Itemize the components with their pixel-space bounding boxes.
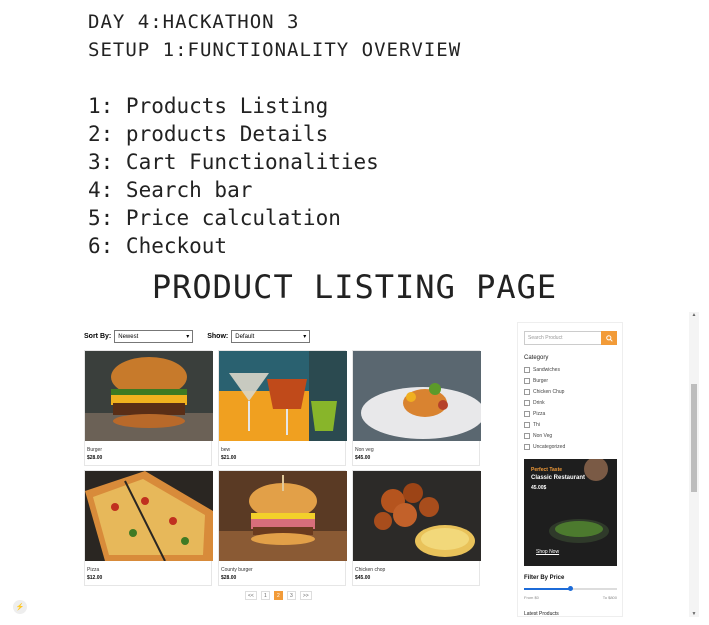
product-card[interactable]: Chicken chop $45.00 — [352, 470, 481, 586]
notes-item: 3: Cart Functionalities — [88, 150, 379, 174]
product-name: bew — [221, 447, 231, 453]
listing-controls: Sort By: Newest ▾ Show: Default ▾ — [84, 330, 311, 343]
banner-price: 45.00$ — [531, 485, 547, 491]
drink-image — [219, 351, 347, 441]
banner-tag: Perfect Taste — [531, 467, 563, 473]
latest-products-title: Latest Products — [524, 611, 559, 617]
checkbox[interactable] — [524, 444, 530, 450]
category-item[interactable]: Drink — [524, 400, 545, 406]
category-label: Uncategorized — [533, 444, 566, 450]
notes-item: 4: Search bar — [88, 178, 253, 202]
price-slider-fill — [524, 588, 571, 590]
scrollbar[interactable]: ▲ ▼ — [689, 312, 699, 617]
pizza-image — [85, 471, 213, 561]
nonveg-image — [353, 351, 481, 441]
range-to: To $800 — [602, 595, 617, 600]
notes-item: 5: Price calculation — [88, 206, 341, 230]
product-price: $12.00 — [87, 575, 103, 581]
category-label: Chicken Chup — [533, 389, 565, 395]
price-range: From $0 To $800 — [524, 595, 617, 600]
category-label: Burger — [533, 378, 549, 384]
category-item[interactable]: Chicken Chup — [524, 389, 564, 395]
checkbox[interactable] — [524, 422, 530, 428]
search-icon — [605, 334, 613, 342]
product-price: $45.00 — [355, 575, 371, 581]
bolt-icon[interactable]: ⚡ — [13, 600, 27, 614]
range-from: From $0 — [524, 595, 539, 600]
sort-value: Newest — [118, 333, 139, 340]
pagination-page-2[interactable]: 2 — [273, 591, 283, 600]
product-card[interactable]: bew $21.00 — [218, 350, 347, 466]
notes-title: DAY 4:HACKATHON 3 — [88, 11, 300, 33]
banner-title: Classic Restaurant — [531, 475, 586, 481]
category-item[interactable]: Pizza — [524, 411, 545, 417]
chevron-down-icon: ▾ — [186, 334, 190, 340]
burger-image — [85, 351, 213, 441]
category-label: Drink — [533, 400, 545, 406]
search-button[interactable] — [601, 331, 617, 345]
pagination-page-1[interactable]: 1 — [260, 591, 270, 600]
notes-list: 1: Products Listing 2: products Details … — [88, 92, 461, 260]
product-price: $21.00 — [221, 455, 237, 461]
product-price: $28.00 — [87, 455, 103, 461]
product-price: $28.00 — [221, 575, 237, 581]
pagination-prev[interactable]: << — [245, 591, 257, 600]
product-card[interactable]: Pizza $12.00 — [84, 470, 213, 586]
category-label: Non Veg — [533, 433, 553, 439]
notes-subtitle: SETUP 1:FUNCTIONALITY OVERVIEW — [88, 39, 462, 61]
notes-item: 6: Checkout — [88, 234, 228, 258]
search-input[interactable]: Search Product — [524, 331, 602, 345]
product-price: $45.00 — [355, 455, 371, 461]
product-name: Chicken chop — [355, 567, 386, 573]
chicken-chop-image — [353, 471, 481, 561]
shop-now-link[interactable]: Shop Now — [536, 549, 559, 555]
category-item[interactable]: Thi — [524, 422, 540, 428]
price-slider[interactable] — [524, 586, 617, 591]
sidebar: Search Product Category Sandwiches Burge… — [517, 322, 623, 617]
product-card[interactable]: County burger $28.00 — [218, 470, 347, 586]
category-title: Category — [524, 355, 549, 361]
show-label: Show: — [207, 333, 229, 340]
product-name: Non veg — [355, 447, 374, 453]
category-item[interactable]: Sandwiches — [524, 367, 560, 373]
checkbox[interactable] — [524, 400, 530, 406]
category-label: Sandwiches — [533, 367, 560, 373]
product-card[interactable]: Burger $28.00 — [84, 350, 213, 466]
checkbox[interactable] — [524, 378, 530, 384]
filter-title: Filter By Price — [524, 575, 565, 581]
checkbox[interactable] — [524, 433, 530, 439]
pagination-next[interactable]: >> — [299, 591, 312, 600]
price-slider-handle[interactable] — [568, 586, 573, 591]
product-name: Burger — [87, 447, 103, 453]
product-name: Pizza — [87, 567, 100, 573]
category-item[interactable]: Uncategorized — [524, 444, 565, 450]
show-value: Default — [235, 333, 255, 340]
checkbox[interactable] — [524, 389, 530, 395]
product-name: County burger — [221, 567, 253, 573]
category-item[interactable]: Non Veg — [524, 433, 552, 439]
product-card[interactable]: Non veg $45.00 — [352, 350, 481, 466]
scroll-up-icon[interactable]: ▲ — [689, 312, 699, 318]
county-burger-image — [219, 471, 347, 561]
show-select[interactable]: Default ▾ — [231, 330, 311, 343]
pagination-page-3[interactable]: 3 — [286, 591, 296, 600]
category-label: Thi — [533, 422, 540, 428]
notes-block: DAY 4:HACKATHON 3 SETUP 1:FUNCTIONALITY … — [88, 8, 461, 260]
sort-label: Sort By: — [84, 333, 112, 340]
pagination: << 1 2 3 >> — [245, 591, 312, 600]
category-item[interactable]: Burger — [524, 378, 548, 384]
checkbox[interactable] — [524, 367, 530, 373]
scrollbar-thumb[interactable] — [691, 384, 697, 492]
chevron-down-icon: ▾ — [303, 334, 307, 340]
sort-select[interactable]: Newest ▾ — [114, 330, 194, 343]
search-placeholder: Search Product — [528, 335, 563, 341]
promo-banner: Perfect Taste Classic Restaurant 45.00$ … — [524, 459, 617, 566]
notes-item: 1: Products Listing — [88, 94, 329, 118]
section-title: PRODUCT LISTING PAGE — [151, 268, 558, 306]
category-label: Pizza — [533, 411, 546, 417]
checkbox[interactable] — [524, 411, 530, 417]
scroll-down-icon[interactable]: ▼ — [689, 611, 699, 617]
notes-item: 2: products Details — [88, 122, 329, 146]
